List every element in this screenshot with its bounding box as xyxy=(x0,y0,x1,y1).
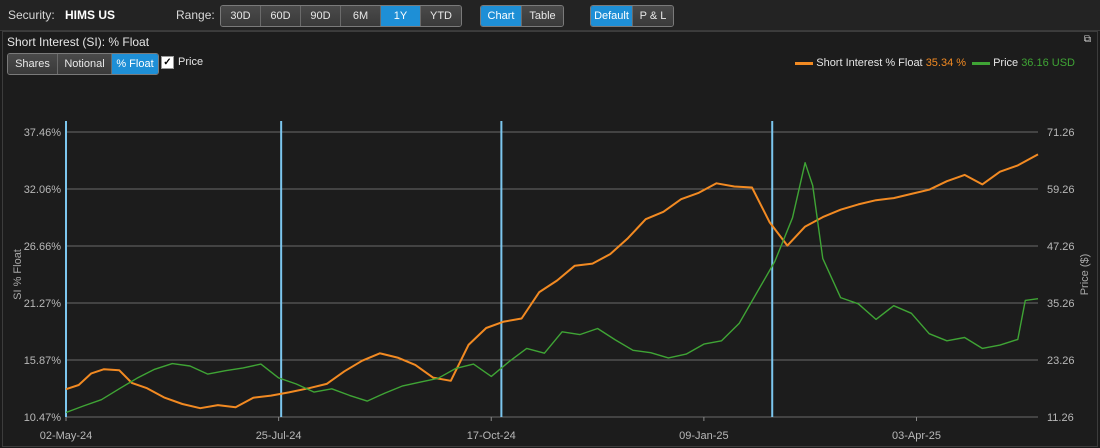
y-right-tick-label: 11.26 xyxy=(1047,412,1074,424)
x-tick-label: 09-Jan-25 xyxy=(679,430,729,442)
y-right-tick-label: 23.26 xyxy=(1047,355,1075,367)
y-left-tick-label: 10.47% xyxy=(24,412,62,424)
y-left-tick-label: 37.46% xyxy=(24,127,62,139)
y-left-tick-label: 26.66% xyxy=(24,241,62,253)
short-interest-line xyxy=(65,153,1039,410)
y-right-tick-label: 35.26 xyxy=(1047,298,1075,310)
y-left-tick-label: 15.87% xyxy=(24,355,62,367)
short-interest-chart: 10.47% 11.26 15.87% 23.26 21.27% 35.26 26.66% 4… xyxy=(12,121,1091,442)
price-line xyxy=(65,161,1039,414)
y-left-tick-label: 32.06% xyxy=(24,184,62,196)
y-right-tick-label: 47.26 xyxy=(1047,241,1075,253)
y-left-tick-label: 21.27% xyxy=(24,298,62,310)
y-right-tick-label: 59.26 xyxy=(1047,184,1075,196)
x-tick-label: 17-Oct-24 xyxy=(467,430,516,442)
x-tick-label: 25-Jul-24 xyxy=(256,430,302,442)
x-tick-label: 03-Apr-25 xyxy=(892,430,941,442)
y-right-axis-title: Price ($) xyxy=(1079,254,1091,296)
y-left-axis-title: SI % Float xyxy=(12,249,24,300)
y-right-tick-label: 71.26 xyxy=(1047,127,1075,139)
x-tick-label: 02-May-24 xyxy=(40,430,93,442)
